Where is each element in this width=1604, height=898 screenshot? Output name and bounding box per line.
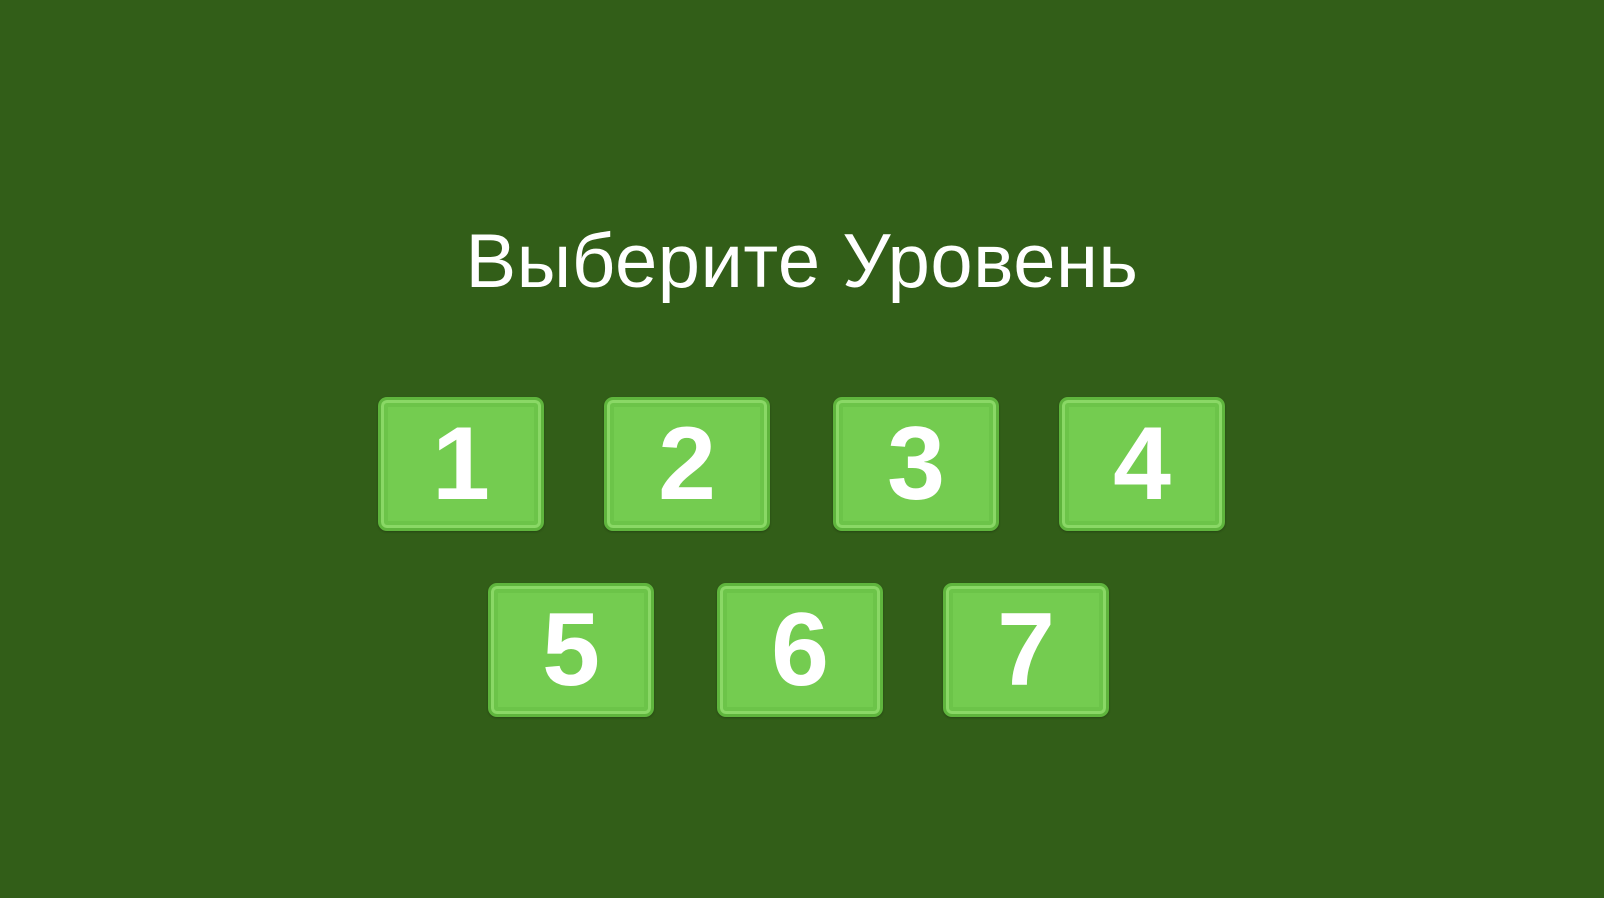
level-select-screen: Выберите Уровень 1 2 3 4 5 6 7 — [0, 0, 1604, 898]
level-1-button[interactable]: 1 — [378, 397, 544, 531]
level-4-button[interactable]: 4 — [1059, 397, 1225, 531]
page-title: Выберите Уровень — [465, 219, 1139, 304]
level-2-button[interactable]: 2 — [604, 397, 770, 531]
level-7-button[interactable]: 7 — [943, 583, 1109, 717]
level-6-button[interactable]: 6 — [717, 583, 883, 717]
level-5-button[interactable]: 5 — [488, 583, 654, 717]
level-3-button[interactable]: 3 — [833, 397, 999, 531]
